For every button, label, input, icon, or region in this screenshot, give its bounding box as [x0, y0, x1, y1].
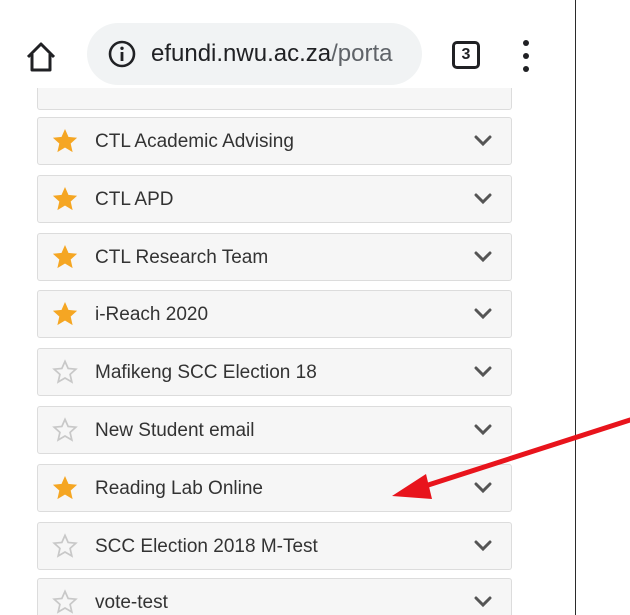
- site-label: New Student email: [95, 420, 255, 441]
- list-item[interactable]: i-Reach 2020: [37, 290, 512, 338]
- site-label: SCC Election 2018 M-Test: [95, 536, 318, 557]
- list-item[interactable]: CTL Research Team: [37, 233, 512, 281]
- chevron-down-icon[interactable]: [474, 251, 492, 263]
- site-label: CTL APD: [95, 189, 174, 210]
- site-label: Reading Lab Online: [95, 478, 263, 499]
- address-bar[interactable]: efundi.nwu.ac.za/porta: [87, 23, 422, 85]
- site-label: Mafikeng SCC Election 18: [95, 362, 317, 383]
- list-item[interactable]: SCC Election 2018 M-Test: [37, 522, 512, 570]
- list-item[interactable]: vote-test: [37, 578, 512, 615]
- menu-dot: [523, 66, 529, 72]
- tab-switcher-button[interactable]: 3: [452, 41, 480, 69]
- more-vert-icon[interactable]: [518, 38, 534, 74]
- site-label: vote-test: [95, 592, 168, 613]
- url-host: efundi.nwu.ac.za: [151, 40, 332, 67]
- star-icon[interactable]: [52, 301, 78, 327]
- url-path: /porta: [331, 40, 393, 67]
- star-icon[interactable]: [52, 475, 78, 501]
- list-item[interactable]: Mafikeng SCC Election 18: [37, 348, 512, 396]
- chevron-down-icon[interactable]: [474, 482, 492, 494]
- chevron-down-icon[interactable]: [474, 366, 492, 378]
- chevron-down-icon[interactable]: [474, 540, 492, 552]
- chevron-down-icon[interactable]: [474, 424, 492, 436]
- list-item[interactable]: CTL APD: [37, 175, 512, 223]
- star-icon[interactable]: [52, 589, 78, 615]
- site-label: CTL Research Team: [95, 247, 269, 268]
- chevron-down-icon[interactable]: [474, 596, 492, 608]
- list-item[interactable]: New Student email: [37, 406, 512, 454]
- site-label: CTL Academic Advising: [95, 131, 294, 152]
- list-item[interactable]: Reading Lab Online: [37, 464, 512, 512]
- info-icon[interactable]: [107, 39, 137, 69]
- star-icon[interactable]: [52, 533, 78, 559]
- chevron-down-icon[interactable]: [474, 135, 492, 147]
- url-text[interactable]: efundi.nwu.ac.za/porta: [151, 38, 393, 70]
- star-icon[interactable]: [52, 186, 78, 212]
- star-icon[interactable]: [52, 417, 78, 443]
- browser-toolbar: efundi.nwu.ac.za/porta 3: [0, 0, 575, 88]
- menu-dot: [523, 40, 529, 46]
- browser-viewport: CTL Academic Advising CTL APD CTL Resear…: [0, 0, 576, 615]
- chevron-down-icon[interactable]: [474, 308, 492, 320]
- star-icon[interactable]: [52, 128, 78, 154]
- site-label: i-Reach 2020: [95, 304, 209, 325]
- chevron-down-icon[interactable]: [474, 193, 492, 205]
- tab-count: 3: [461, 46, 471, 63]
- menu-dot: [523, 53, 529, 59]
- home-icon[interactable]: [24, 40, 58, 74]
- star-icon[interactable]: [52, 359, 78, 385]
- site-list: CTL Academic Advising CTL APD CTL Resear…: [0, 0, 575, 615]
- star-icon[interactable]: [52, 244, 78, 270]
- list-item[interactable]: CTL Academic Advising: [37, 117, 512, 165]
